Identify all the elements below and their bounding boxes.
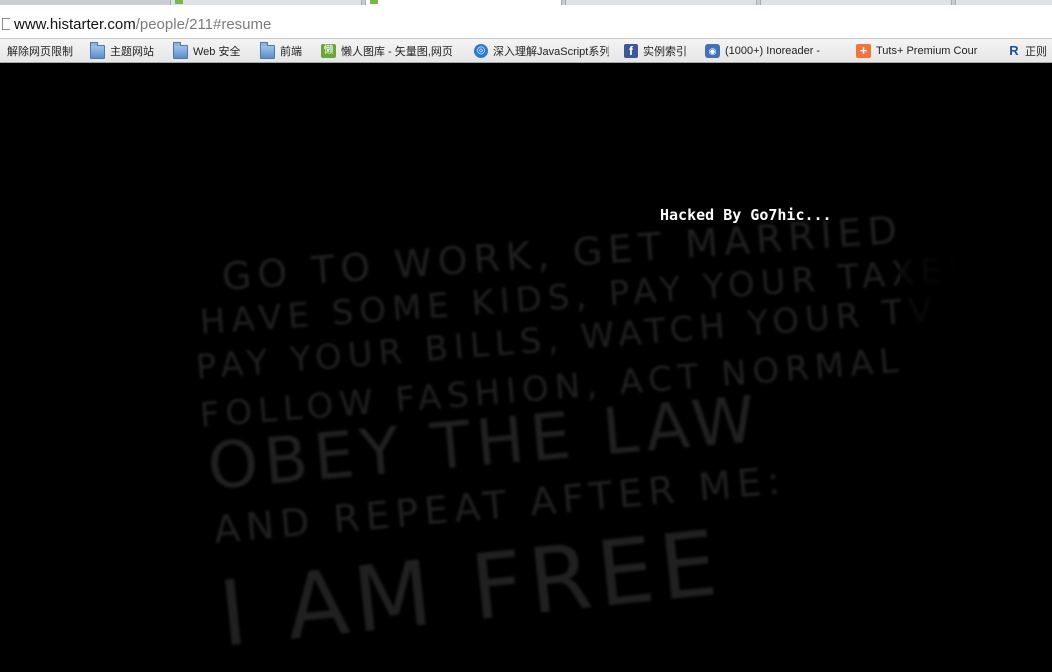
bookmark-javascript-series[interactable]: ◎ 深入理解JavaScript系列: [474, 39, 609, 62]
bookmark-folder-web-security[interactable]: Web 安全: [173, 39, 253, 62]
bookmark-unlock-page[interactable]: 解除网页限制: [7, 39, 85, 62]
poster-edge-fade: [900, 213, 1052, 672]
bookmark-label: Tuts+ Premium Cour: [876, 44, 978, 57]
url-text[interactable]: www.histarter.com/people/211#resume: [14, 16, 271, 33]
hacked-message: Hacked By Go7hic...: [660, 206, 832, 224]
address-bar[interactable]: www.histarter.com/people/211#resume: [0, 5, 1052, 39]
page-icon: [2, 18, 10, 30]
bookmark-label: 解除网页限制: [7, 45, 73, 58]
page-content: GO TO WORK, GET MARRIED HAVE SOME KIDS, …: [0, 63, 1052, 672]
url-host: www.histarter.com: [14, 16, 136, 33]
bookmark-label: 懒人图库 - 矢量图,网页: [341, 45, 453, 58]
background-poster: GO TO WORK, GET MARRIED HAVE SOME KIDS, …: [0, 63, 1052, 672]
bookmark-label: 正则: [1025, 45, 1047, 58]
bookmark-label: 主题网站: [110, 45, 154, 58]
bookmark-regex[interactable]: R 正则: [1008, 39, 1052, 62]
folder-icon: [173, 41, 188, 59]
tuts-plus-icon: +: [856, 43, 871, 58]
bookmark-label: 深入理解JavaScript系列: [493, 45, 609, 58]
lanren-icon: 懒: [321, 43, 336, 58]
tab-favicon-icon: [370, 0, 378, 4]
r-icon: R: [1009, 42, 1019, 58]
url-path: /people/211#resume: [135, 16, 272, 33]
bookmark-label: Web 安全: [193, 45, 241, 58]
bookmark-label: 前端: [280, 45, 302, 58]
folder-icon: [260, 41, 275, 59]
bookmark-label: 实例索引: [643, 45, 687, 58]
bookmark-folder-theme-sites[interactable]: 主题网站: [90, 39, 168, 62]
bookmark-lanren-tuku[interactable]: 懒 懒人图库 - 矢量图,网页: [321, 39, 468, 62]
bookmark-examples-index[interactable]: f 实例索引: [624, 39, 694, 62]
folder-icon: [90, 41, 105, 59]
rss-icon: ◉: [705, 43, 720, 58]
bookmark-tuts-premium[interactable]: + Tuts+ Premium Cour: [856, 39, 994, 62]
bookmark-inoreader[interactable]: ◉ (1000+) Inoreader -: [705, 39, 841, 62]
globe-icon: ◎: [474, 43, 488, 58]
bookmarks-bar: 解除网页限制 主题网站 Web 安全 前端 懒 懒人图库 - 矢量图,网页 ◎ …: [0, 39, 1052, 63]
tab-favicon-icon: [175, 0, 183, 4]
bookmark-label: (1000+) Inoreader -: [725, 44, 821, 57]
bookmark-folder-frontend[interactable]: 前端: [260, 39, 315, 62]
facebook-icon: f: [624, 43, 638, 58]
